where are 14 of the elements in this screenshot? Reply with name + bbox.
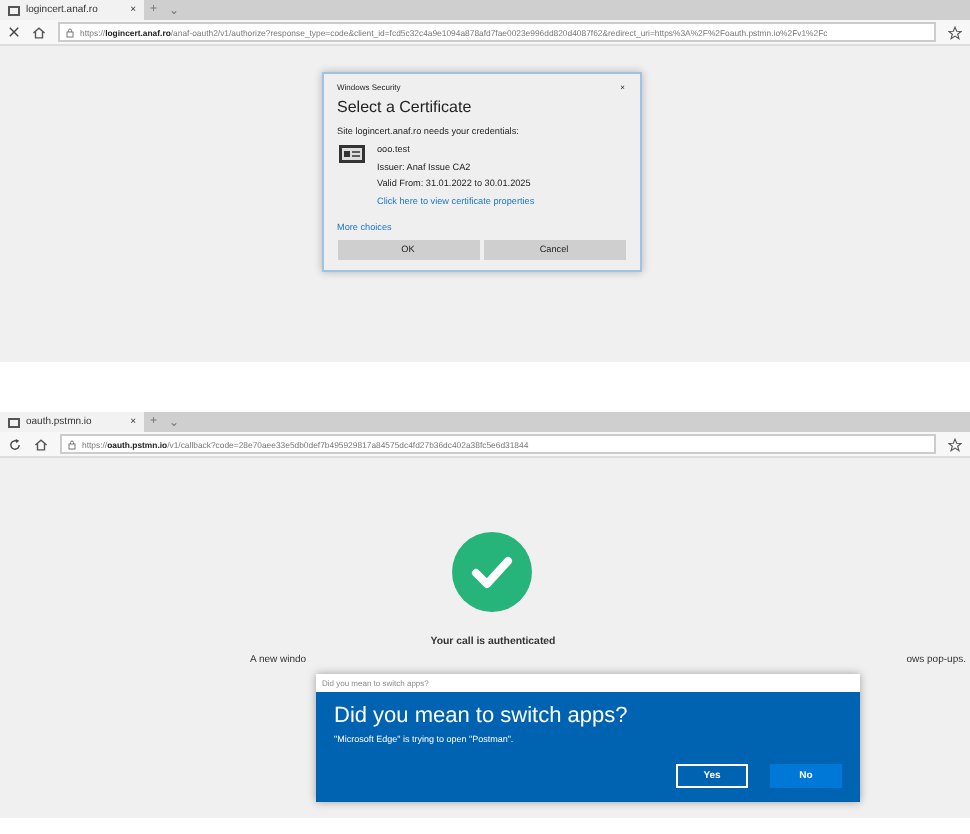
home-icon[interactable]	[32, 25, 46, 39]
page-icon	[8, 5, 20, 15]
refresh-icon[interactable]	[8, 437, 22, 451]
star-icon[interactable]	[948, 437, 962, 451]
page-icon	[8, 417, 20, 427]
dialog-title: Did you mean to switch apps?	[332, 702, 630, 728]
lock-icon	[66, 27, 74, 37]
star-icon[interactable]	[948, 25, 962, 39]
certificate-icon	[337, 144, 365, 164]
lock-icon	[68, 439, 76, 449]
dialog-title: Select a Certificate	[337, 98, 474, 116]
close-icon[interactable]	[8, 26, 20, 38]
home-icon[interactable]	[34, 437, 48, 451]
check-icon	[451, 532, 531, 612]
